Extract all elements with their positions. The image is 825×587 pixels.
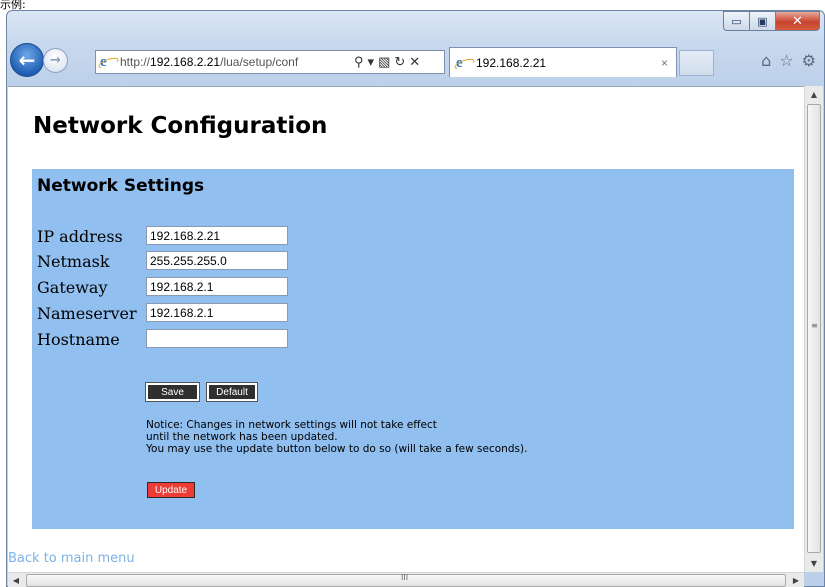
ip-address-label: IP address (37, 226, 123, 246)
forward-button[interactable]: → (43, 48, 68, 73)
ip-address-row: IP address 192.168.2.21 (37, 223, 288, 249)
background-text-fragment: 示例: (0, 0, 825, 11)
refresh-icon[interactable]: ↻ (394, 54, 405, 70)
home-icon[interactable]: ⌂ (761, 51, 771, 70)
notice-line: until the network has been updated. (146, 431, 338, 443)
maximize-button[interactable]: ▣ (750, 11, 776, 31)
notice-text: Notice: Changes in network settings will… (146, 419, 527, 455)
caption-buttons: ▭ ▣ ✕ (723, 11, 820, 31)
page-viewport: Network Configuration Network Settings I… (8, 86, 823, 572)
tab-close-icon[interactable]: × (661, 56, 668, 70)
url-path: /lua/setup/conf (220, 55, 299, 69)
new-tab-button[interactable] (679, 50, 714, 76)
search-icon[interactable]: ⚲ (354, 54, 364, 70)
url-text[interactable]: http://192.168.2.21/lua/setup/conf (120, 55, 352, 69)
toolbar-icons: ⌂ ☆ ⚙ (761, 51, 816, 70)
nameserver-row: Nameserver 192.168.2.1 (37, 300, 288, 326)
grip-icon: III (401, 573, 409, 582)
scroll-up-icon[interactable]: ▲ (805, 86, 823, 103)
gateway-input[interactable]: 192.168.2.1 (146, 277, 288, 296)
tools-gear-icon[interactable]: ⚙ (802, 51, 816, 70)
netmask-label: Netmask (37, 251, 110, 271)
page-title: Network Configuration (33, 113, 328, 139)
dropdown-icon[interactable]: ▾ (368, 54, 375, 70)
notice-line: You may use the update button below to d… (146, 443, 528, 455)
horizontal-scroll-thumb[interactable]: III (26, 573, 786, 587)
hostname-row: Hostname (37, 326, 288, 352)
save-button[interactable]: Save (145, 382, 200, 402)
netmask-row: Netmask 255.255.255.0 (37, 248, 288, 274)
default-button[interactable]: Default (206, 382, 258, 402)
ie-page-icon: e (100, 54, 116, 70)
notice-line: Notice: Changes in network settings will… (146, 419, 437, 431)
back-arrow-icon: ← (18, 48, 36, 72)
hostname-input[interactable] (146, 329, 288, 348)
tab-title: 192.168.2.21 (476, 55, 547, 70)
gateway-row: Gateway 192.168.2.1 (37, 274, 288, 300)
address-bar[interactable]: e http://192.168.2.21/lua/setup/conf ⚲ ▾… (95, 50, 445, 74)
scroll-right-icon[interactable]: ▶ (788, 573, 804, 587)
vertical-scroll-thumb[interactable]: ≡ (807, 104, 821, 553)
browser-tab[interactable]: e 192.168.2.21 × (449, 47, 677, 77)
forward-arrow-icon: → (50, 53, 61, 68)
network-settings-panel: Network Settings IP address 192.168.2.21… (32, 169, 794, 529)
url-prefix: http:// (120, 55, 151, 69)
url-host: 192.168.2.21 (150, 55, 221, 69)
scroll-down-icon[interactable]: ▼ (805, 555, 823, 572)
favorites-star-icon[interactable]: ☆ (779, 51, 793, 70)
compatibility-view-icon[interactable]: ▧ (378, 54, 390, 70)
browser-window: ▭ ▣ ✕ ← → e http://192.168.2.21/lua/setu… (6, 10, 825, 587)
minimize-button[interactable]: ▭ (723, 11, 750, 31)
close-window-button[interactable]: ✕ (776, 11, 820, 31)
stop-icon[interactable]: ✕ (409, 54, 420, 70)
netmask-input[interactable]: 255.255.255.0 (146, 251, 288, 270)
tab-ie-icon: e (456, 55, 472, 71)
scroll-left-icon[interactable]: ◀ (8, 573, 24, 587)
ip-address-input[interactable]: 192.168.2.21 (146, 226, 288, 245)
section-title: Network Settings (37, 176, 205, 196)
back-button[interactable]: ← (10, 43, 44, 77)
vertical-scrollbar[interactable]: ▲ ≡ ▼ (804, 86, 823, 572)
update-button[interactable]: Update (147, 482, 195, 498)
nameserver-label: Nameserver (37, 303, 137, 323)
gateway-label: Gateway (37, 277, 108, 297)
horizontal-scrollbar[interactable]: ◀ III ▶ (8, 572, 804, 587)
nameserver-input[interactable]: 192.168.2.1 (146, 303, 288, 322)
back-to-main-menu-link[interactable]: Back to main menu (8, 551, 135, 566)
grip-icon: ≡ (811, 321, 818, 330)
address-bar-controls: ⚲ ▾ ▧ ↻ ✕ (354, 54, 420, 70)
hostname-label: Hostname (37, 329, 120, 349)
